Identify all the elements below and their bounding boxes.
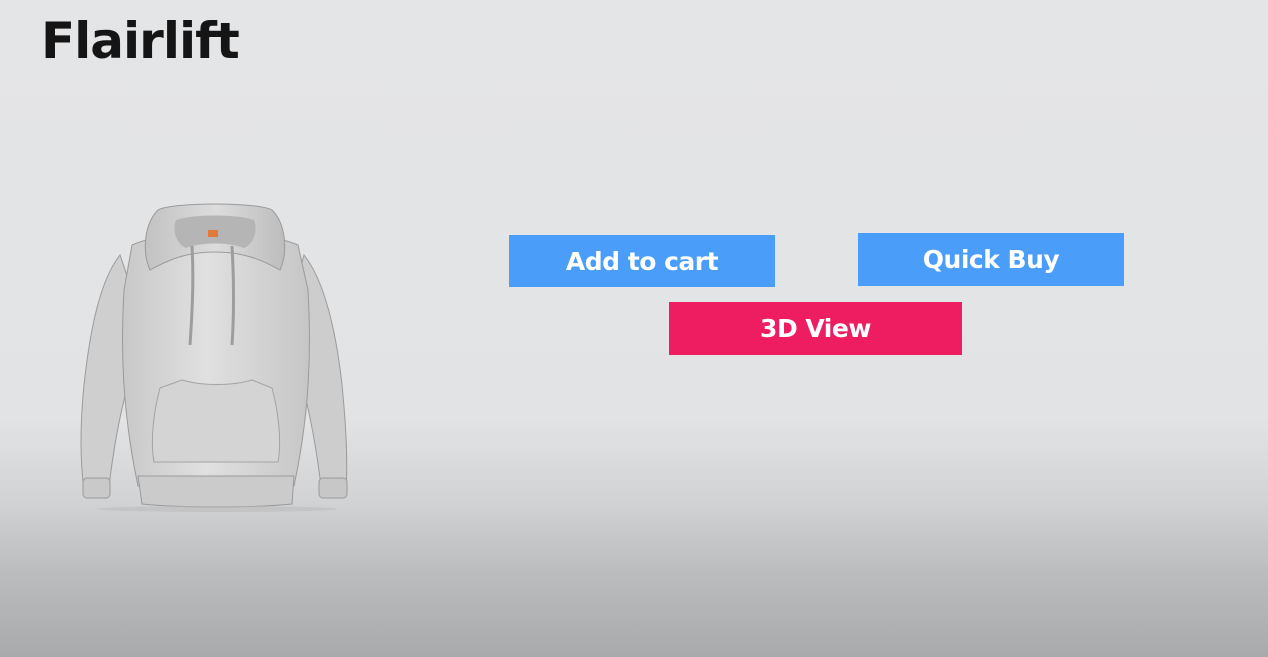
3d-view-button[interactable]: 3D View	[669, 302, 962, 355]
add-to-cart-button[interactable]: Add to cart	[509, 235, 775, 287]
brand-logo: Flairlift	[41, 12, 240, 70]
product-image-hoodie	[72, 200, 362, 512]
quick-buy-button[interactable]: Quick Buy	[858, 233, 1124, 286]
